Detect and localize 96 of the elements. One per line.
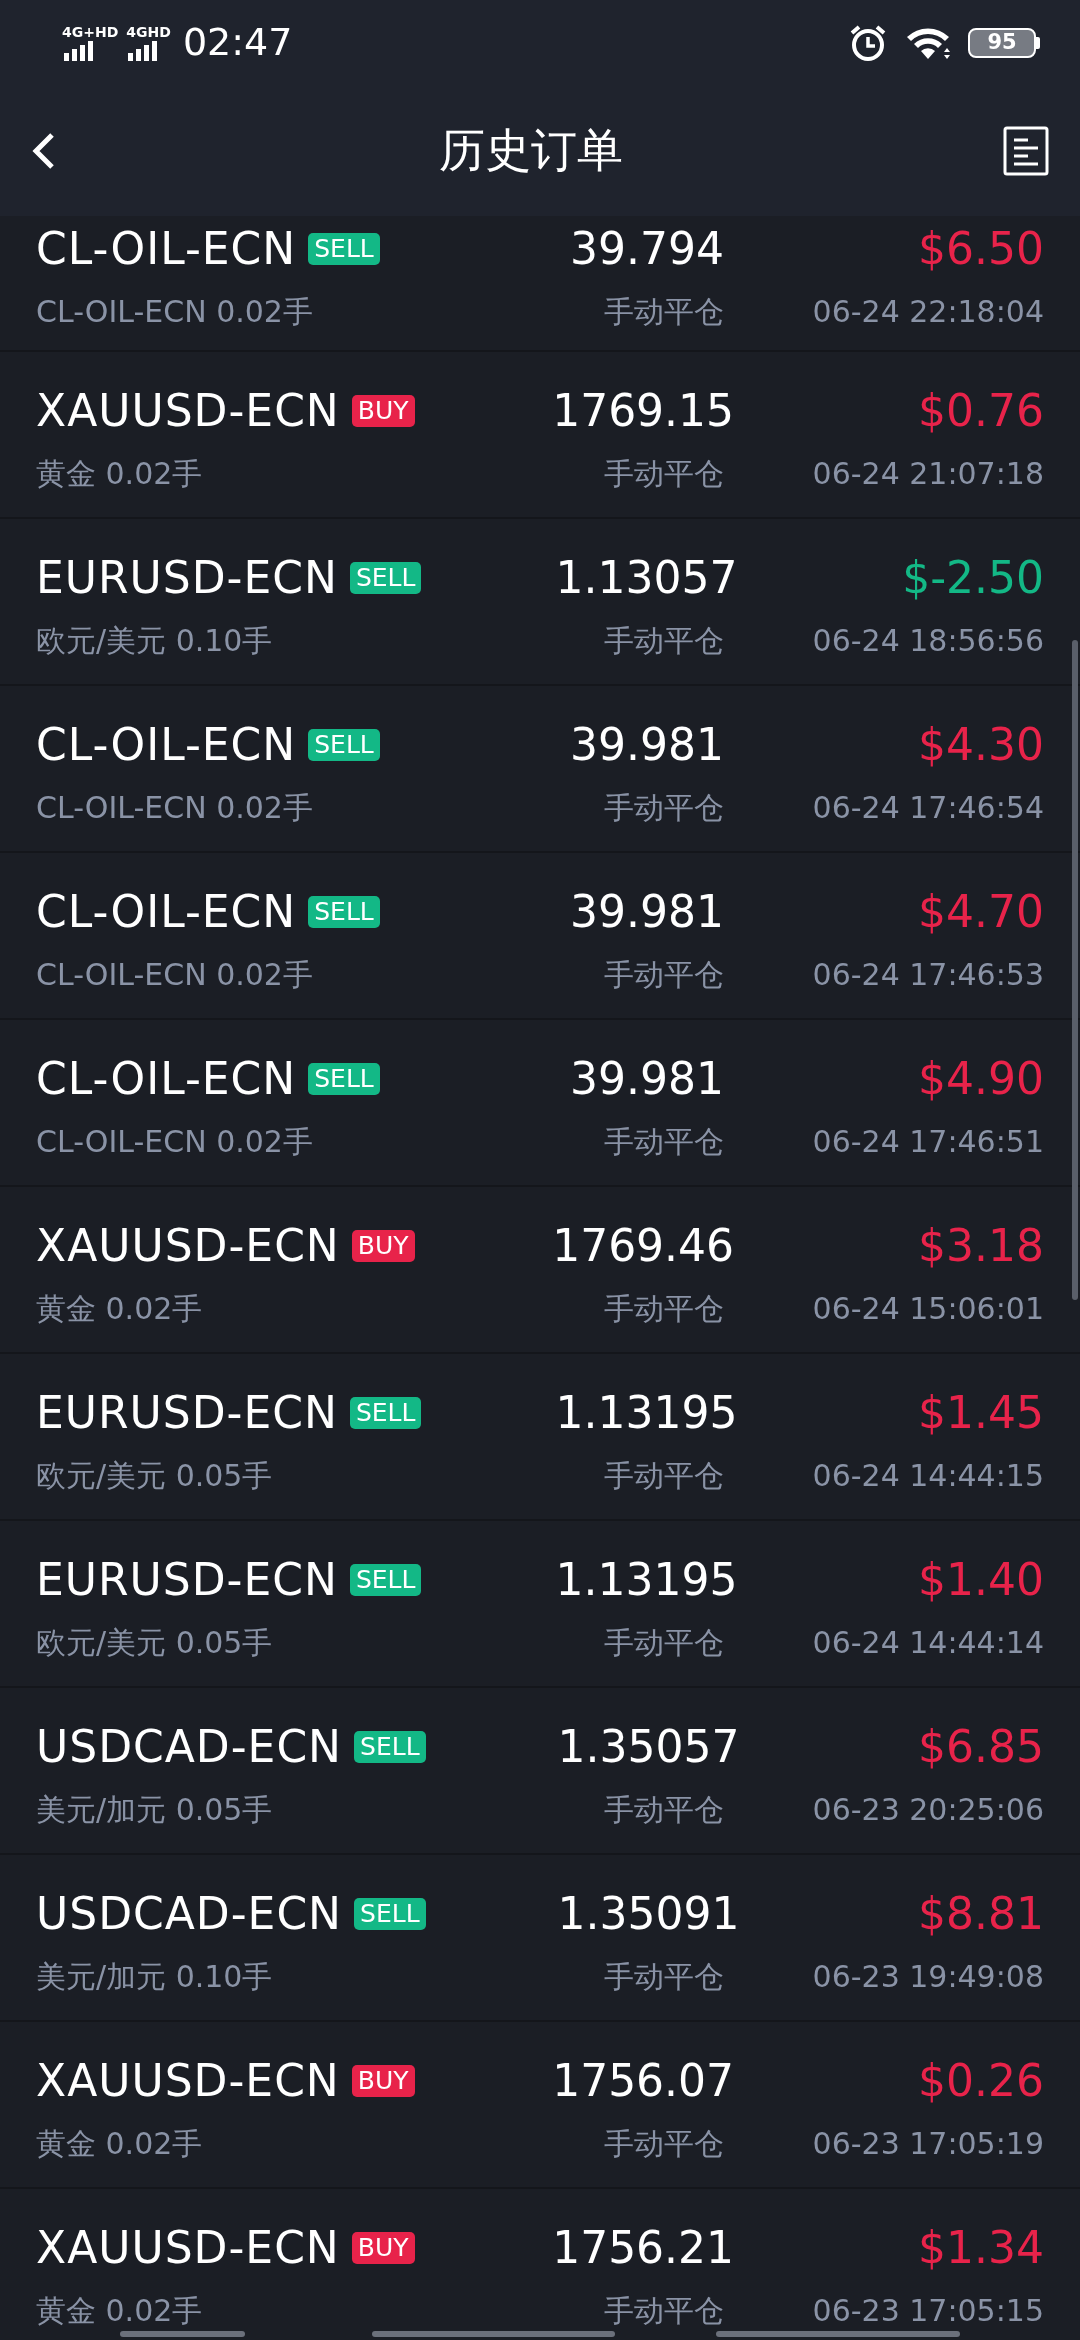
- status-time: 02:47: [182, 19, 293, 66]
- lot-detail: 黄金 0.02手: [36, 455, 203, 492]
- close-price: 39.981: [569, 717, 724, 772]
- close-price: 1769.15: [551, 383, 735, 438]
- close-type: 手动平仓: [604, 622, 724, 659]
- symbol: XAUUSD-ECN: [36, 2053, 340, 2108]
- order-time: 06-24 15:06:01: [811, 1290, 1044, 1327]
- lot-detail: CL-OIL-ECN 0.02手: [36, 956, 313, 993]
- close-price: 39.794: [569, 222, 724, 276]
- order-time: 06-23 17:05:19: [811, 2125, 1044, 2162]
- symbol: CL-OIL-ECN: [36, 717, 297, 772]
- close-price: 1.13195: [554, 1552, 738, 1607]
- profit-amount: $4.30: [917, 717, 1044, 772]
- network-label: 4G+HD: [62, 24, 119, 39]
- lot-detail: 欧元/美元 0.05手: [36, 1457, 273, 1494]
- side-tag: SELL: [308, 895, 380, 928]
- side-tag: BUY: [351, 2064, 415, 2097]
- symbol: EURUSD-ECN: [36, 1552, 338, 1607]
- close-type: 手动平仓: [604, 789, 724, 826]
- symbol: EURUSD-ECN: [36, 1385, 338, 1440]
- lot-detail: 欧元/美元 0.05手: [36, 1624, 273, 1661]
- side-tag: SELL: [349, 561, 422, 594]
- order-time: 06-23 20:25:06: [811, 1791, 1044, 1828]
- symbol: XAUUSD-ECN: [36, 383, 340, 438]
- profit-amount: $1.40: [917, 1552, 1044, 1607]
- order-time: 06-24 17:46:53: [811, 956, 1044, 993]
- lot-detail: CL-OIL-ECN 0.02手: [36, 1123, 313, 1160]
- order-time: 06-24 14:44:15: [811, 1457, 1044, 1494]
- order-time: 06-23 19:49:08: [811, 1958, 1044, 1995]
- lot-detail: 黄金 0.02手: [36, 2292, 203, 2329]
- close-type: 手动平仓: [604, 1123, 724, 1160]
- order-time: 06-24 22:18:04: [811, 294, 1044, 330]
- order-time: 06-23 17:05:15: [811, 2292, 1044, 2329]
- close-price: 1.13195: [554, 1385, 738, 1440]
- symbol: EURUSD-ECN: [36, 550, 338, 605]
- close-type: 手动平仓: [604, 956, 724, 993]
- lot-detail: 欧元/美元 0.10手: [36, 622, 273, 659]
- close-type: 手动平仓: [604, 294, 724, 330]
- side-tag: SELL: [354, 1730, 426, 1763]
- lot-detail: CL-OIL-ECN 0.02手: [36, 294, 313, 330]
- symbol: XAUUSD-ECN: [36, 1218, 340, 1273]
- close-type: 手动平仓: [604, 1624, 724, 1661]
- side-tag: SELL: [308, 1062, 380, 1095]
- profit-amount: $-2.50: [901, 550, 1044, 605]
- close-type: 手动平仓: [604, 1958, 724, 1995]
- order-time: 06-24 18:56:56: [811, 622, 1044, 659]
- order-time: 06-24 14:44:14: [811, 1624, 1044, 1661]
- close-price: 39.981: [569, 1051, 724, 1106]
- close-price: 1.35057: [556, 1719, 740, 1774]
- side-tag: BUY: [351, 1229, 415, 1262]
- close-price: 1756.07: [551, 2053, 735, 2108]
- lot-detail: CL-OIL-ECN 0.02手: [36, 789, 313, 826]
- close-type: 手动平仓: [604, 1457, 724, 1494]
- close-price: 1.35091: [556, 1886, 740, 1941]
- profit-amount: $4.70: [917, 884, 1044, 939]
- lot-detail: 美元/加元 0.10手: [36, 1958, 273, 1995]
- battery-indicator: 95: [968, 27, 1040, 58]
- profit-amount: $1.34: [917, 2220, 1044, 2275]
- page-title: 历史订单: [439, 122, 623, 179]
- symbol: USDCAD-ECN: [36, 1886, 343, 1941]
- profit-amount: $6.50: [917, 222, 1044, 276]
- profit-amount: $1.45: [917, 1385, 1044, 1440]
- symbol: CL-OIL-ECN: [36, 884, 297, 939]
- symbol: CL-OIL-ECN: [36, 1051, 297, 1106]
- profit-amount: $6.85: [917, 1719, 1044, 1774]
- close-type: 手动平仓: [604, 1290, 724, 1327]
- side-tag: BUY: [351, 2231, 415, 2264]
- close-price: 1.13057: [554, 550, 738, 605]
- profit-amount: $4.90: [917, 1051, 1044, 1106]
- close-price: 1756.21: [551, 2220, 735, 2275]
- order-time: 06-24 17:46:51: [811, 1123, 1044, 1160]
- profit-amount: $0.76: [917, 383, 1044, 438]
- lot-detail: 黄金 0.02手: [36, 1290, 203, 1327]
- profit-amount: $8.81: [917, 1886, 1044, 1941]
- side-tag: SELL: [354, 1897, 426, 1930]
- lot-detail: 黄金 0.02手: [36, 2125, 203, 2162]
- symbol: XAUUSD-ECN: [36, 2220, 340, 2275]
- close-price: 39.981: [569, 884, 724, 939]
- side-tag: BUY: [351, 394, 415, 427]
- close-type: 手动平仓: [604, 2125, 724, 2162]
- symbol: USDCAD-ECN: [36, 1719, 343, 1774]
- side-tag: SELL: [308, 728, 380, 761]
- side-tag: SELL: [349, 1563, 422, 1596]
- close-type: 手动平仓: [604, 455, 724, 492]
- side-tag: SELL: [308, 233, 380, 265]
- close-price: 1769.46: [551, 1218, 735, 1273]
- profit-amount: $0.26: [917, 2053, 1044, 2108]
- close-type: 手动平仓: [604, 2292, 724, 2329]
- order-time: 06-24 17:46:54: [811, 789, 1044, 826]
- symbol: CL-OIL-ECN: [36, 222, 297, 276]
- side-tag: SELL: [349, 1396, 422, 1429]
- close-type: 手动平仓: [604, 1791, 724, 1828]
- profit-amount: $3.18: [917, 1218, 1044, 1273]
- lot-detail: 美元/加元 0.05手: [36, 1791, 273, 1828]
- network-label: 4GHD: [126, 24, 171, 39]
- order-time: 06-24 21:07:18: [811, 455, 1044, 492]
